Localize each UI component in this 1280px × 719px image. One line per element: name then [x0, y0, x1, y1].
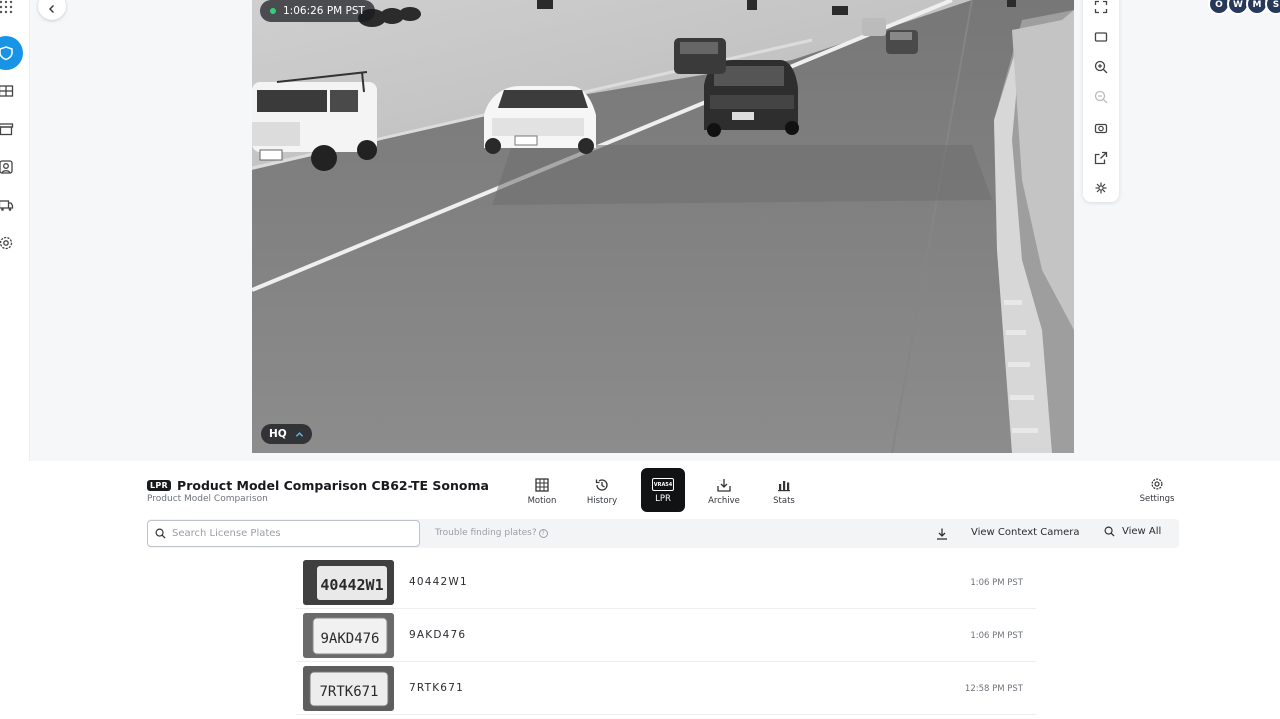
plate-number: 7RTK671 [409, 682, 464, 694]
cameras-shield-icon[interactable] [0, 36, 23, 70]
camera-video-feed[interactable]: 1:06:26 PM PST HQ [252, 0, 1074, 453]
gear-icon [1151, 478, 1163, 490]
tab-history-label: History [586, 496, 618, 506]
viewer-avatar[interactable]: S [1265, 0, 1280, 15]
trouble-text: Trouble finding plates? [435, 528, 537, 538]
zoom-in-button[interactable] [1083, 55, 1119, 79]
fullscreen-button[interactable] [1083, 0, 1119, 19]
gear-icon[interactable] [0, 226, 23, 260]
plate-image-text: 9AKD476 [320, 631, 379, 647]
plate-chip-icon: VRA54 [652, 478, 674, 491]
camera-title: Product Model Comparison CB62-TE Sonoma [177, 478, 489, 493]
view-all-button[interactable]: View All [1104, 526, 1161, 537]
plate-search-bar: Trouble finding plates? ? View Context C… [147, 519, 1179, 548]
sparkle-icon [1095, 182, 1107, 194]
plate-image-text: 40442W1 [320, 576, 383, 594]
plate-time: 1:06 PM PST [970, 578, 1023, 588]
motion-icon [535, 478, 549, 492]
plate-list-item[interactable]: 40442W1 40442W1 1:06 PM PST [296, 556, 1036, 609]
person-icon[interactable] [0, 150, 23, 184]
enhance-button[interactable] [1083, 176, 1119, 200]
expand-icon [1094, 0, 1108, 14]
quality-label: HQ [269, 428, 287, 440]
plate-list-item[interactable]: 9AKD476 9AKD476 1:06 PM PST [296, 609, 1036, 662]
viewer-avatars: O W M S [1208, 0, 1280, 15]
search-icon [1104, 526, 1115, 537]
settings-button[interactable]: Settings [1135, 477, 1179, 509]
archive-box-icon[interactable] [0, 112, 23, 146]
plate-list-item[interactable]: 7RTK671 7RTK671 12:58 PM PST [296, 662, 1036, 715]
tab-archive-label: Archive [708, 496, 740, 506]
chevron-left-icon [49, 5, 54, 13]
live-indicator-dot [270, 8, 276, 14]
road-scene-image [252, 0, 1074, 453]
camera-title-row: LPR Product Model Comparison CB62-TE Son… [147, 478, 489, 493]
rectangle-icon [1094, 32, 1108, 42]
download-icon[interactable] [935, 527, 949, 541]
aspect-ratio-button[interactable] [1083, 25, 1119, 49]
settings-label: Settings [1139, 494, 1175, 504]
tab-motion[interactable]: Motion [520, 468, 564, 512]
search-icon [155, 528, 166, 539]
tab-stats[interactable]: Stats [762, 468, 806, 512]
zoom-in-icon [1094, 60, 1108, 74]
plate-thumbnail: 9AKD476 [303, 613, 394, 658]
share-icon [1094, 151, 1108, 165]
history-icon [595, 479, 608, 491]
view-context-camera-button[interactable]: View Context Camera [971, 527, 1080, 538]
trouble-finding-link[interactable]: Trouble finding plates? ? [435, 528, 548, 538]
zoom-out-button[interactable] [1083, 85, 1119, 109]
plate-time: 12:58 PM PST [964, 684, 1023, 694]
license-plate-search-input[interactable] [172, 528, 402, 539]
plate-number: 40442W1 [409, 576, 468, 588]
search-box[interactable] [147, 520, 420, 547]
tab-lpr[interactable]: VRA54 LPR [641, 468, 685, 512]
bar-chart-icon [778, 481, 790, 492]
plate-image-text: 7RTK671 [319, 684, 378, 700]
timestamp-text: 1:06:26 PM PST [283, 5, 365, 17]
view-all-label: View All [1122, 526, 1162, 537]
chevron-up-icon [295, 431, 303, 437]
video-toolbar [1083, 0, 1119, 202]
tab-lpr-label: LPR [655, 494, 671, 504]
camera-icon [1094, 123, 1108, 134]
archive-download-icon [717, 479, 731, 492]
tab-stats-label: Stats [773, 496, 795, 506]
tab-history[interactable]: History [580, 468, 624, 512]
live-timestamp: 1:06:26 PM PST [260, 0, 375, 22]
layout-icon[interactable] [0, 74, 23, 108]
back-button[interactable] [38, 0, 66, 20]
apps-grid-icon[interactable] [0, 0, 23, 24]
quality-toggle[interactable]: HQ [261, 424, 312, 444]
question-circle-icon: ? [538, 528, 548, 538]
tab-archive[interactable]: Archive [702, 468, 746, 512]
truck-icon[interactable] [0, 188, 23, 222]
plate-number: 9AKD476 [409, 629, 467, 641]
share-button[interactable] [1083, 146, 1119, 170]
tab-motion-label: Motion [527, 496, 557, 506]
zoom-out-icon [1094, 90, 1108, 104]
plate-thumbnail: 40442W1 [303, 560, 394, 605]
plate-time: 1:06 PM PST [970, 631, 1023, 641]
camera-subtitle: Product Model Comparison [147, 494, 268, 504]
snapshot-button[interactable] [1083, 116, 1119, 140]
lpr-badge: LPR [147, 480, 172, 491]
plate-thumbnail: 7RTK671 [303, 666, 394, 711]
